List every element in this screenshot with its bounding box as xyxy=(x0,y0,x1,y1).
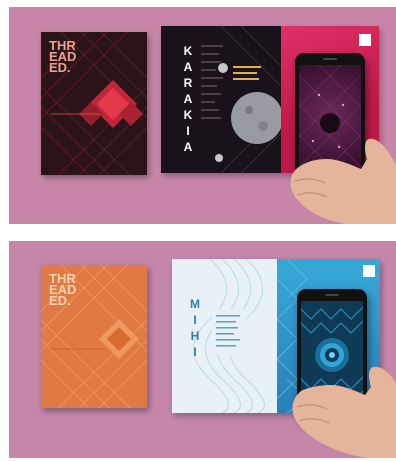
hand-illustration xyxy=(290,138,396,224)
left-page: MIHI xyxy=(172,259,277,413)
orange-book-cover: THR EAD ED. xyxy=(41,265,147,408)
bottom-photo-panel: THR EAD ED. MIHI xyxy=(9,241,396,458)
book-title: MIHI xyxy=(188,297,202,361)
phone-speaker xyxy=(325,294,339,296)
page-badge xyxy=(363,265,375,277)
top-photo-panel: THR EAD ED. KARAKIA xyxy=(9,7,396,224)
dark-book-cover: THR EAD ED. xyxy=(41,32,147,175)
cover-logo: THR EAD ED. xyxy=(49,39,76,74)
phone-speaker xyxy=(323,58,337,60)
left-page: KARAKIA xyxy=(161,26,281,173)
cover-logo: THR EAD ED. xyxy=(49,272,76,307)
moon-illustration xyxy=(201,26,281,173)
hand-illustration xyxy=(292,366,396,458)
page-badge xyxy=(359,34,371,46)
